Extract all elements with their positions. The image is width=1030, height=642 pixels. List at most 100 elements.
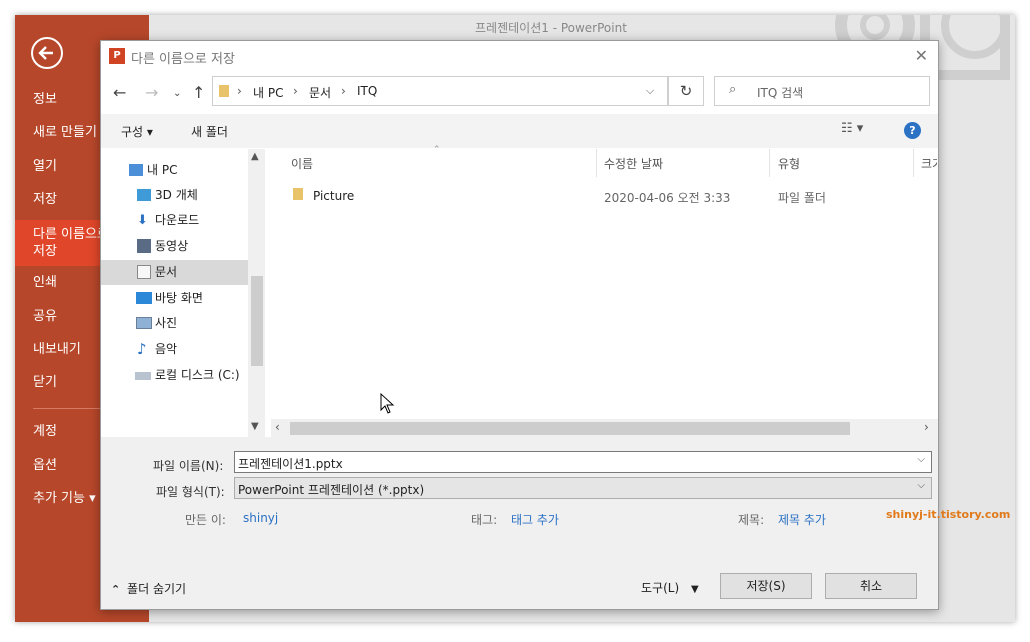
tree-item-local-disk[interactable]: 로컬 디스크 (C:) bbox=[101, 363, 248, 388]
chevron-down-icon[interactable]: ⌵ bbox=[917, 480, 925, 491]
music-icon: ♪ bbox=[137, 340, 147, 358]
chevron-down-icon[interactable]: ⌵ bbox=[917, 454, 925, 465]
dialog-footer: 파일 이름(N): 프레젠테이션1.pptx ⌵ 파일 형식(T): Power… bbox=[101, 437, 938, 609]
breadcrumb-separator-icon: › bbox=[237, 84, 242, 98]
hide-folders-label: 폴더 숨기기 bbox=[127, 582, 187, 596]
tags-label: 태그: bbox=[471, 513, 498, 527]
tree-item-pc[interactable]: 내 PC bbox=[101, 158, 248, 183]
close-icon[interactable]: ✕ bbox=[915, 46, 928, 65]
tree-item-label: 동영상 bbox=[155, 239, 189, 253]
column-divider bbox=[596, 149, 597, 177]
breadcrumb-pc[interactable]: 내 PC bbox=[253, 84, 283, 101]
filetype-label: 파일 형식(T): bbox=[156, 485, 225, 499]
column-header-size[interactable]: 크기 bbox=[921, 155, 937, 172]
tree-item-label: 내 PC bbox=[147, 163, 178, 177]
scroll-up-icon[interactable]: ▲ bbox=[251, 151, 259, 162]
arrow-left-icon bbox=[38, 46, 53, 60]
file-type: 파일 폴더 bbox=[778, 191, 826, 205]
filename-label: 파일 이름(N): bbox=[153, 459, 224, 473]
back-arrow-icon[interactable]: ← bbox=[113, 83, 126, 102]
cancel-button[interactable]: 취소 bbox=[825, 573, 917, 599]
search-box[interactable]: ⌕ ITQ 검색 bbox=[714, 76, 930, 106]
tree-item-label: 로컬 디스크 (C:) bbox=[155, 368, 240, 382]
document-icon bbox=[137, 265, 151, 279]
author-value[interactable]: shinyj bbox=[243, 511, 278, 525]
tree-item-label: 3D 개체 bbox=[155, 188, 198, 202]
mouse-cursor-icon bbox=[380, 393, 395, 414]
triangle-down-icon: ▼ bbox=[690, 584, 699, 595]
tree-item-label: 사진 bbox=[155, 316, 178, 330]
filetype-value: PowerPoint 프레젠테이션 (*.pptx) bbox=[238, 483, 425, 497]
forward-arrow-icon[interactable]: → bbox=[145, 83, 158, 102]
tree-item-3d-objects[interactable]: 3D 개체 bbox=[101, 183, 248, 208]
tree-scroll-thumb[interactable] bbox=[251, 276, 263, 366]
tree-item-pictures[interactable]: 사진 bbox=[101, 311, 248, 336]
breadcrumb-separator-icon: › bbox=[293, 84, 298, 98]
column-divider bbox=[913, 149, 914, 177]
scroll-right-icon[interactable]: › bbox=[924, 420, 929, 434]
folder-icon bbox=[219, 85, 229, 97]
column-header-type[interactable]: 유형 bbox=[778, 155, 800, 172]
video-icon bbox=[137, 239, 151, 253]
pc-icon bbox=[129, 164, 143, 176]
powerpoint-icon: P bbox=[109, 48, 125, 64]
view-options-icon[interactable]: ☷ ▾ bbox=[841, 121, 863, 136]
scroll-left-icon[interactable]: ‹ bbox=[275, 420, 280, 434]
folder-icon bbox=[293, 188, 303, 200]
sort-indicator-icon: ⌃ bbox=[433, 145, 441, 155]
window-title: 프레젠테이션1 - PowerPoint bbox=[475, 21, 627, 35]
file-name: Picture bbox=[313, 189, 355, 203]
up-arrow-icon[interactable]: ↑ bbox=[192, 83, 205, 102]
tree-item-documents[interactable]: 문서 bbox=[101, 260, 248, 285]
recent-locations-chevron-icon[interactable]: ⌄ bbox=[173, 88, 181, 99]
tools-label: 도구(L) bbox=[641, 581, 680, 595]
dialog-title: 다른 이름으로 저장 bbox=[131, 52, 235, 67]
breadcrumb-documents[interactable]: 문서 bbox=[309, 84, 331, 101]
tools-dropdown[interactable]: 도구(L) ▼ bbox=[641, 579, 699, 596]
search-input[interactable]: ITQ 검색 bbox=[757, 84, 803, 101]
dialog-toolbar: 구성 ▾ 새 폴더 ☷ ▾ ? bbox=[101, 114, 938, 148]
drive-icon bbox=[135, 372, 151, 380]
pictures-icon bbox=[136, 317, 152, 329]
scroll-down-icon[interactable]: ▼ bbox=[251, 421, 259, 432]
tree-item-label: 음악 bbox=[155, 342, 178, 356]
search-icon: ⌕ bbox=[729, 82, 737, 97]
breadcrumb-separator-icon: › bbox=[341, 84, 346, 98]
refresh-icon[interactable]: ↻ bbox=[668, 76, 704, 106]
address-dropdown-icon[interactable]: ⌵ bbox=[635, 77, 665, 105]
filetype-select[interactable]: PowerPoint 프레젠테이션 (*.pptx) ⌵ bbox=[234, 477, 932, 499]
column-header-modified[interactable]: 수정한 날짜 bbox=[604, 155, 663, 172]
hide-folders-button[interactable]: ⌃ 폴더 숨기기 bbox=[111, 580, 186, 597]
tree-item-label: 다운로드 bbox=[155, 213, 200, 227]
tags-input[interactable]: 태그 추가 bbox=[511, 511, 559, 528]
help-icon[interactable]: ? bbox=[904, 122, 921, 139]
file-modified: 2020-04-06 오전 3:33 bbox=[604, 191, 731, 205]
title-input[interactable]: 제목 추가 bbox=[778, 511, 826, 528]
column-divider bbox=[769, 149, 770, 177]
save-as-dialog: P 다른 이름으로 저장 ✕ ← → ⌄ ↑ › 내 PC › 문서 › ITQ… bbox=[100, 40, 939, 610]
filename-input[interactable]: 프레젠테이션1.pptx bbox=[238, 455, 343, 472]
address-bar[interactable]: › 내 PC › 문서 › ITQ bbox=[212, 76, 668, 106]
watermark-text: shinyj-it.tistory.com bbox=[886, 508, 1011, 521]
tree-item-music[interactable]: ♪ 음악 bbox=[101, 337, 248, 362]
save-button[interactable]: 저장(S) bbox=[720, 573, 812, 599]
tree-item-videos[interactable]: 동영상 bbox=[101, 234, 248, 259]
back-button[interactable] bbox=[31, 37, 63, 69]
column-header-name[interactable]: 이름 bbox=[291, 155, 313, 172]
filename-field[interactable]: 프레젠테이션1.pptx ⌵ bbox=[234, 451, 932, 473]
title-label: 제목: bbox=[738, 513, 765, 527]
navigation-pane: 내 PC 3D 개체 ⬇ 다운로드 동영상 문서 바탕 화면 사진 ♪ 음악 로… bbox=[101, 149, 266, 437]
download-icon: ⬇ bbox=[137, 213, 148, 228]
author-label: 만든 이: bbox=[185, 513, 226, 527]
desktop-icon bbox=[136, 292, 152, 304]
new-folder-button[interactable]: 새 폴더 bbox=[191, 123, 228, 140]
list-scroll-thumb[interactable] bbox=[290, 422, 850, 435]
tree-item-desktop[interactable]: 바탕 화면 bbox=[101, 286, 248, 311]
tree-item-label: 문서 bbox=[155, 265, 178, 279]
3d-objects-icon bbox=[137, 189, 151, 201]
tree-item-label: 바탕 화면 bbox=[155, 291, 203, 305]
table-row[interactable]: Picture 2020-04-06 오전 3:33 파일 폴더 bbox=[271, 183, 921, 209]
organize-button[interactable]: 구성 ▾ bbox=[121, 123, 153, 140]
tree-item-downloads[interactable]: ⬇ 다운로드 bbox=[101, 208, 248, 233]
breadcrumb-itq[interactable]: ITQ bbox=[357, 84, 377, 98]
